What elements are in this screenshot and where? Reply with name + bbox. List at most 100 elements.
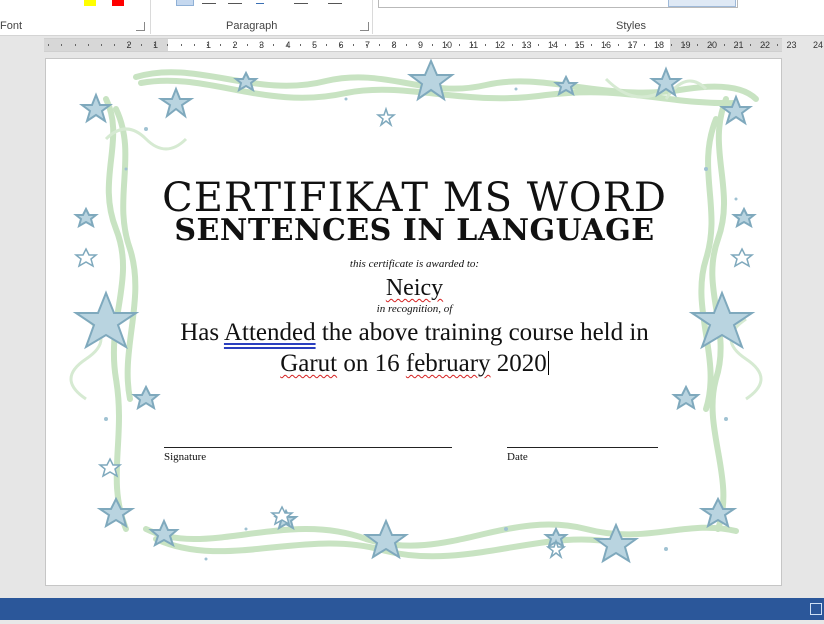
ruler-dot: [352, 44, 354, 46]
ribbon-separator: [150, 0, 151, 34]
justify-icon[interactable]: [228, 0, 242, 4]
read-mode-icon[interactable]: [810, 603, 822, 615]
recipient-name: Neicy: [46, 275, 783, 302]
ruler-dot: [61, 44, 63, 46]
ruler-dot: [405, 44, 407, 46]
ribbon-separator: [372, 0, 373, 34]
body-line-2: Garut on 16 february 2020: [46, 350, 783, 378]
ruler-dot: [604, 44, 606, 46]
ruler-dot: [299, 44, 301, 46]
ruler-dot: [313, 44, 314, 46]
spelling-flagged-word: Garut: [280, 350, 338, 377]
body-line-1: Has Attended the above training course h…: [46, 319, 783, 347]
text-color-icon[interactable]: [112, 0, 124, 6]
recipient-name-text: Neicy: [385, 275, 444, 301]
ruler-dot: [723, 44, 725, 46]
grammar-flagged-word: Attended: [223, 319, 316, 346]
ruler-tick-label: 24: [812, 40, 824, 50]
ruler-dot: [286, 44, 288, 46]
spelling-flagged-word: february: [405, 350, 491, 377]
shading-icon[interactable]: [294, 0, 308, 4]
ruler-tick-label: 21: [733, 40, 744, 50]
ruler-dot: [326, 44, 328, 46]
ruler-dot: [339, 44, 341, 46]
ruler-dot: [207, 44, 208, 46]
ruler-dot: [432, 44, 434, 46]
ruler-dot: [776, 44, 778, 46]
styles-gallery-selected[interactable]: [668, 0, 736, 7]
certificate-subtitle: SENTENCES IN LANGUAGE: [174, 213, 655, 248]
ruler-dot: [617, 44, 619, 46]
ruler-dot: [763, 44, 765, 46]
ruler-dot: [631, 44, 632, 46]
ruler-tick-label: 22: [759, 40, 771, 50]
ruler-dot: [710, 44, 712, 46]
borders-icon[interactable]: [328, 0, 342, 4]
taskbar-strip: [0, 620, 824, 624]
ruler-tick-label: 13: [521, 40, 532, 50]
ruler-dot: [419, 44, 420, 46]
ruler-dot: [87, 44, 89, 46]
ruler-dot: [578, 44, 579, 46]
ruler-dot: [220, 44, 222, 46]
ruler-tick-label: 23: [786, 40, 797, 50]
ruler-dot: [366, 44, 367, 46]
ruler-tick-label: 17: [627, 40, 638, 50]
ruler-dot: [114, 44, 116, 46]
ruler-tick-label: 10: [441, 40, 453, 50]
ruler-dot: [246, 44, 248, 46]
ruler-tick-label: 12: [494, 40, 506, 50]
ruler-left-margin: [44, 39, 168, 51]
date-label: Date: [507, 451, 528, 463]
ruler-dot: [551, 44, 553, 46]
ruler-dot: [591, 44, 593, 46]
ruler-tick-label: 16: [600, 40, 612, 50]
paragraph-group-label: Paragraph: [226, 20, 278, 32]
body-text: the above training course held in: [315, 319, 649, 346]
font-color-icon[interactable]: [84, 0, 96, 6]
ruler-dot: [180, 44, 182, 46]
align-icon[interactable]: [176, 0, 194, 6]
date-line: [507, 447, 658, 448]
ruler-dot: [48, 44, 49, 46]
ruler-dot: [644, 44, 646, 46]
ruler-tick-label: 15: [574, 40, 585, 50]
ruler-dot: [392, 44, 394, 46]
ruler-dot: [511, 44, 513, 46]
paragraph-dialog-launcher-icon[interactable]: [360, 22, 369, 31]
ruler-dot: [485, 44, 487, 46]
ruler-dot: [657, 44, 659, 46]
align-right-icon[interactable]: [202, 0, 216, 4]
body-text: 2020: [490, 350, 547, 377]
text-cursor: [547, 351, 549, 375]
ruler-dot: [498, 44, 500, 46]
ruler-dot: [737, 44, 738, 46]
ruler-dot: [538, 44, 540, 46]
ruler-dot: [445, 44, 447, 46]
horizontal-ruler[interactable]: 2 1 1 2 3 4 5 6 7 8 9 10 11 12 13 14 15 16 17 18 19 20 21 22 23 2…: [44, 37, 823, 58]
ruler-dot: [472, 44, 473, 46]
font-dialog-launcher-icon[interactable]: [136, 22, 145, 31]
ruler-dot: [74, 44, 76, 46]
line-spacing-icon[interactable]: [256, 0, 264, 4]
ruler-dot: [101, 44, 102, 46]
ruler-dot: [564, 44, 566, 46]
status-bar: [0, 598, 824, 624]
ruler-dot: [140, 44, 142, 46]
body-text: on 16: [337, 350, 406, 377]
body-text: Has: [180, 319, 224, 346]
ruler-dot: [379, 44, 381, 46]
ruler-dot: [233, 44, 235, 46]
ruler-dot: [684, 44, 685, 46]
document-page[interactable]: CERTIFIKAT MS WORD SENTENCES IN LANGUAGE…: [45, 58, 782, 586]
signature-line: [164, 447, 452, 448]
styles-group-label: Styles: [616, 20, 646, 32]
ruler-dot: [750, 44, 752, 46]
ruler-dot: [273, 44, 275, 46]
ruler-dot: [458, 44, 460, 46]
ruler-tick-label: 19: [680, 40, 691, 50]
ruler-dot: [260, 44, 261, 46]
ruler-dot: [167, 44, 169, 46]
ruler-dot: [697, 44, 699, 46]
ruler-dot: [193, 44, 195, 46]
